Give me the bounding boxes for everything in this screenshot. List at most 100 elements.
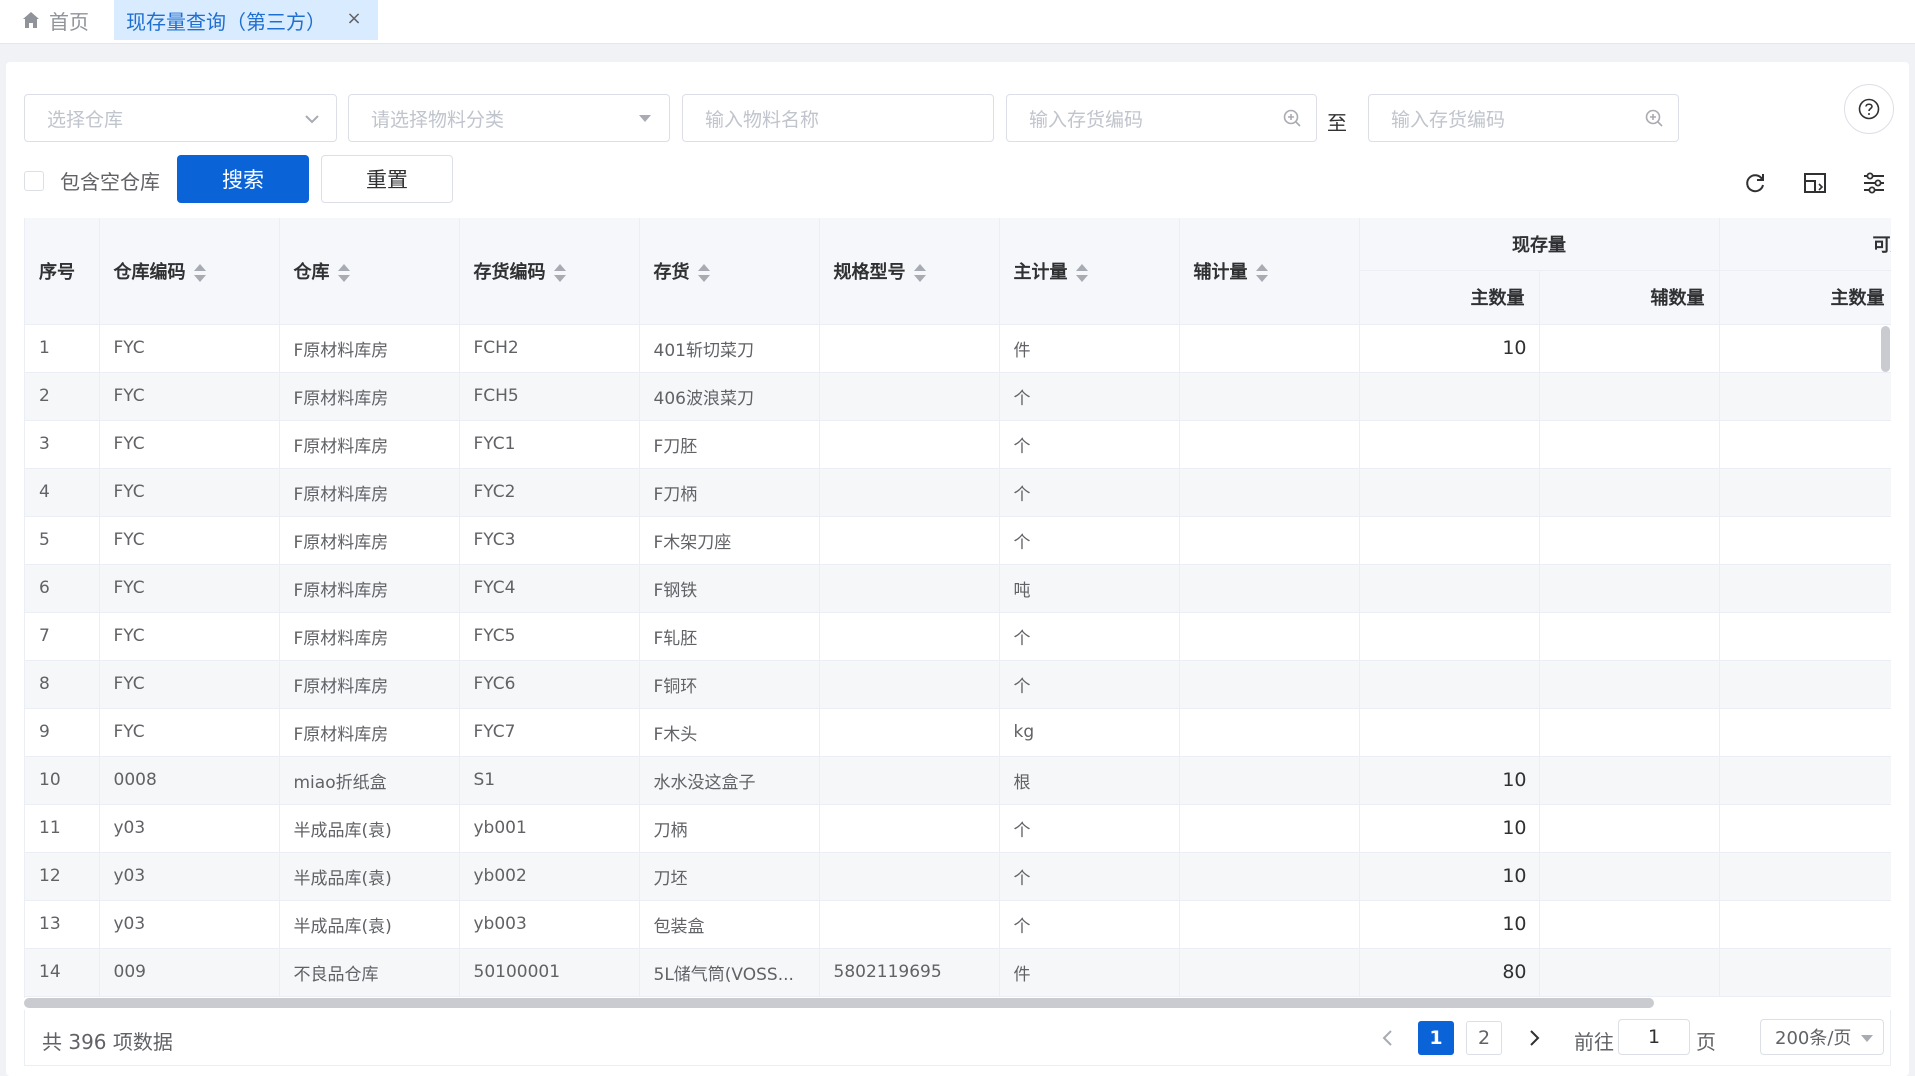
cell-aux-qty: [1539, 804, 1720, 853]
include-empty-warehouse[interactable]: 包含空仓库: [24, 166, 160, 195]
cell-wh-code: FYC: [99, 420, 280, 469]
cell-stock: F木头: [639, 708, 820, 757]
col-aux-unit[interactable]: 辅计量: [1179, 218, 1360, 325]
stock-code-to-input[interactable]: 输入存货编码: [1368, 94, 1679, 142]
cell-stock-code: yb002: [459, 852, 640, 901]
cell-warehouse: F原材料库房: [279, 708, 460, 757]
stock-code-from-input[interactable]: 输入存货编码: [1006, 94, 1317, 142]
cell-seq: 13: [25, 900, 100, 949]
table-row[interactable]: 13y03半成品库(袁)yb003包装盒 个 10 9: [25, 900, 1891, 949]
cell-aux-unit: [1179, 900, 1360, 949]
home-icon: [23, 12, 39, 28]
sort-icon[interactable]: [1255, 263, 1268, 283]
chevron-right-icon[interactable]: [1524, 1026, 1544, 1050]
cell-stock: 5L储气筒(VOSS...: [639, 948, 820, 997]
cell-warehouse: 半成品库(袁): [279, 852, 460, 901]
cell-avail-main-qty: [1719, 708, 1891, 757]
cell-avail-main-qty: 10: [1719, 372, 1891, 421]
include-empty-checkbox[interactable]: [24, 170, 44, 191]
sort-icon[interactable]: [553, 263, 566, 283]
cell-spec: [819, 564, 1000, 613]
cell-main-unit: 个: [999, 804, 1180, 853]
cell-aux-unit: [1179, 372, 1360, 421]
table-row[interactable]: 6 FYC F原材料库房 FYC4 F钢铁 吨: [25, 564, 1891, 613]
category-select[interactable]: 请选择物料分类: [348, 94, 670, 142]
col-warehouse-code[interactable]: 仓库编码: [99, 218, 280, 325]
table-row[interactable]: 4FYCF原材料库房FYC2F刀柄 个 -2: [25, 468, 1891, 517]
goto-page-input[interactable]: 1: [1618, 1019, 1690, 1055]
cell-wh-code: FYC: [99, 324, 280, 373]
col-main-unit[interactable]: 主计量: [999, 218, 1180, 325]
range-to-label: 至: [1327, 111, 1347, 135]
table-row[interactable]: 14 009 不良品仓库 50100001 5L储气筒(VOSS... 580211969…: [25, 948, 1891, 997]
cell-seq: 7: [25, 612, 100, 661]
reset-button[interactable]: 重置: [321, 155, 453, 203]
page-1-button[interactable]: 1: [1418, 1021, 1454, 1055]
col-seq: 序号: [25, 218, 100, 325]
tab-current-stock-query[interactable]: 现存量查询（第三方） ×: [114, 0, 378, 40]
sort-icon[interactable]: [193, 263, 206, 283]
col-warehouse[interactable]: 仓库: [279, 218, 460, 325]
material-name-input[interactable]: 输入物料名称: [682, 94, 994, 142]
cell-spec: [819, 324, 1000, 373]
sort-icon[interactable]: [1075, 263, 1088, 283]
table-row[interactable]: 11y03半成品库(袁)yb001刀柄 个 10 10: [25, 804, 1891, 853]
col-stock-code[interactable]: 存货编码: [459, 218, 640, 325]
col-stock[interactable]: 存货: [639, 218, 820, 325]
cell-aux-qty: [1539, 612, 1720, 661]
horizontal-scrollbar[interactable]: [24, 998, 1654, 1008]
vertical-scrollbar[interactable]: [1881, 326, 1890, 372]
cell-seq: 5: [25, 516, 100, 565]
warehouse-select[interactable]: 选择仓库: [24, 94, 337, 142]
cell-aux-unit: [1179, 804, 1360, 853]
table-row[interactable]: 8 FYC F原材料库房 FYC6 F铜环 个: [25, 660, 1891, 709]
sort-icon[interactable]: [913, 263, 926, 283]
close-icon[interactable]: ×: [344, 9, 364, 29]
table-row[interactable]: 1FYCF原材料库房FCH2401斩切菜刀 件 10 10: [25, 324, 1891, 373]
zoom-in-icon[interactable]: [1644, 108, 1664, 128]
col-spec[interactable]: 规格型号: [819, 218, 1000, 325]
cell-spec: [819, 420, 1000, 469]
cell-aux-qty: [1539, 708, 1720, 757]
cell-spec: [819, 516, 1000, 565]
cell-seq: 1: [25, 324, 100, 373]
cell-main-qty: 10: [1359, 804, 1540, 853]
chevron-left-icon[interactable]: [1378, 1026, 1398, 1050]
caret-down-icon: [639, 115, 651, 122]
table-row[interactable]: 5FYCF原材料库房FYC3F木架刀座 个 -3: [25, 516, 1891, 565]
tab-home[interactable]: 首页: [22, 0, 89, 40]
cell-spec: [819, 804, 1000, 853]
column-settings-icon[interactable]: [1861, 170, 1887, 196]
cell-avail-main-qty: -2: [1719, 468, 1891, 517]
cell-spec: [819, 708, 1000, 757]
cell-main-unit: 个: [999, 516, 1180, 565]
search-button[interactable]: 搜索: [177, 155, 309, 203]
table-row[interactable]: 12y03半成品库(袁)yb002刀坯 个 10 10: [25, 852, 1891, 901]
cell-main-unit: kg: [999, 708, 1180, 757]
stock-table: 序号 仓库编码 仓库 存货编码 存货 规格型号 主计量 辅计量 现存量 可用量 …: [24, 218, 1891, 998]
cell-aux-unit: [1179, 948, 1360, 997]
refresh-icon[interactable]: [1742, 170, 1768, 196]
page-size-select[interactable]: 200条/页: [1760, 1019, 1884, 1055]
table-row[interactable]: 9 FYC F原材料库房 FYC7 F木头 kg: [25, 708, 1891, 757]
cell-stock-code: FYC2: [459, 468, 640, 517]
cell-warehouse: 半成品库(袁): [279, 804, 460, 853]
cell-stock-code: FYC6: [459, 660, 640, 709]
table-row[interactable]: 7 FYC F原材料库房 FYC5 F轧胚 个: [25, 612, 1891, 661]
cell-spec: [819, 852, 1000, 901]
cell-stock-code: FCH2: [459, 324, 640, 373]
table-row[interactable]: 10 0008 miao折纸盒 S1 水水没这盒子根 10: [25, 756, 1891, 805]
sort-icon[interactable]: [337, 263, 350, 283]
cell-stock: 水水没这盒子: [639, 756, 820, 805]
cell-wh-code: 0008: [99, 756, 280, 805]
density-icon[interactable]: [1802, 170, 1828, 196]
table-row[interactable]: 3FYCF原材料库房FYC1F刀胚 个 -1: [25, 420, 1891, 469]
sort-icon[interactable]: [697, 263, 710, 283]
col-main-qty: 主数量: [1359, 270, 1540, 325]
page-2-button[interactable]: 2: [1466, 1021, 1502, 1055]
cell-main-qty: 10: [1359, 756, 1540, 805]
zoom-in-icon[interactable]: [1282, 108, 1302, 128]
cell-aux-qty: [1539, 324, 1720, 373]
help-button[interactable]: [1844, 84, 1894, 134]
table-row[interactable]: 2FYCF原材料库房FCH5406波浪菜刀 个 10: [25, 372, 1891, 421]
